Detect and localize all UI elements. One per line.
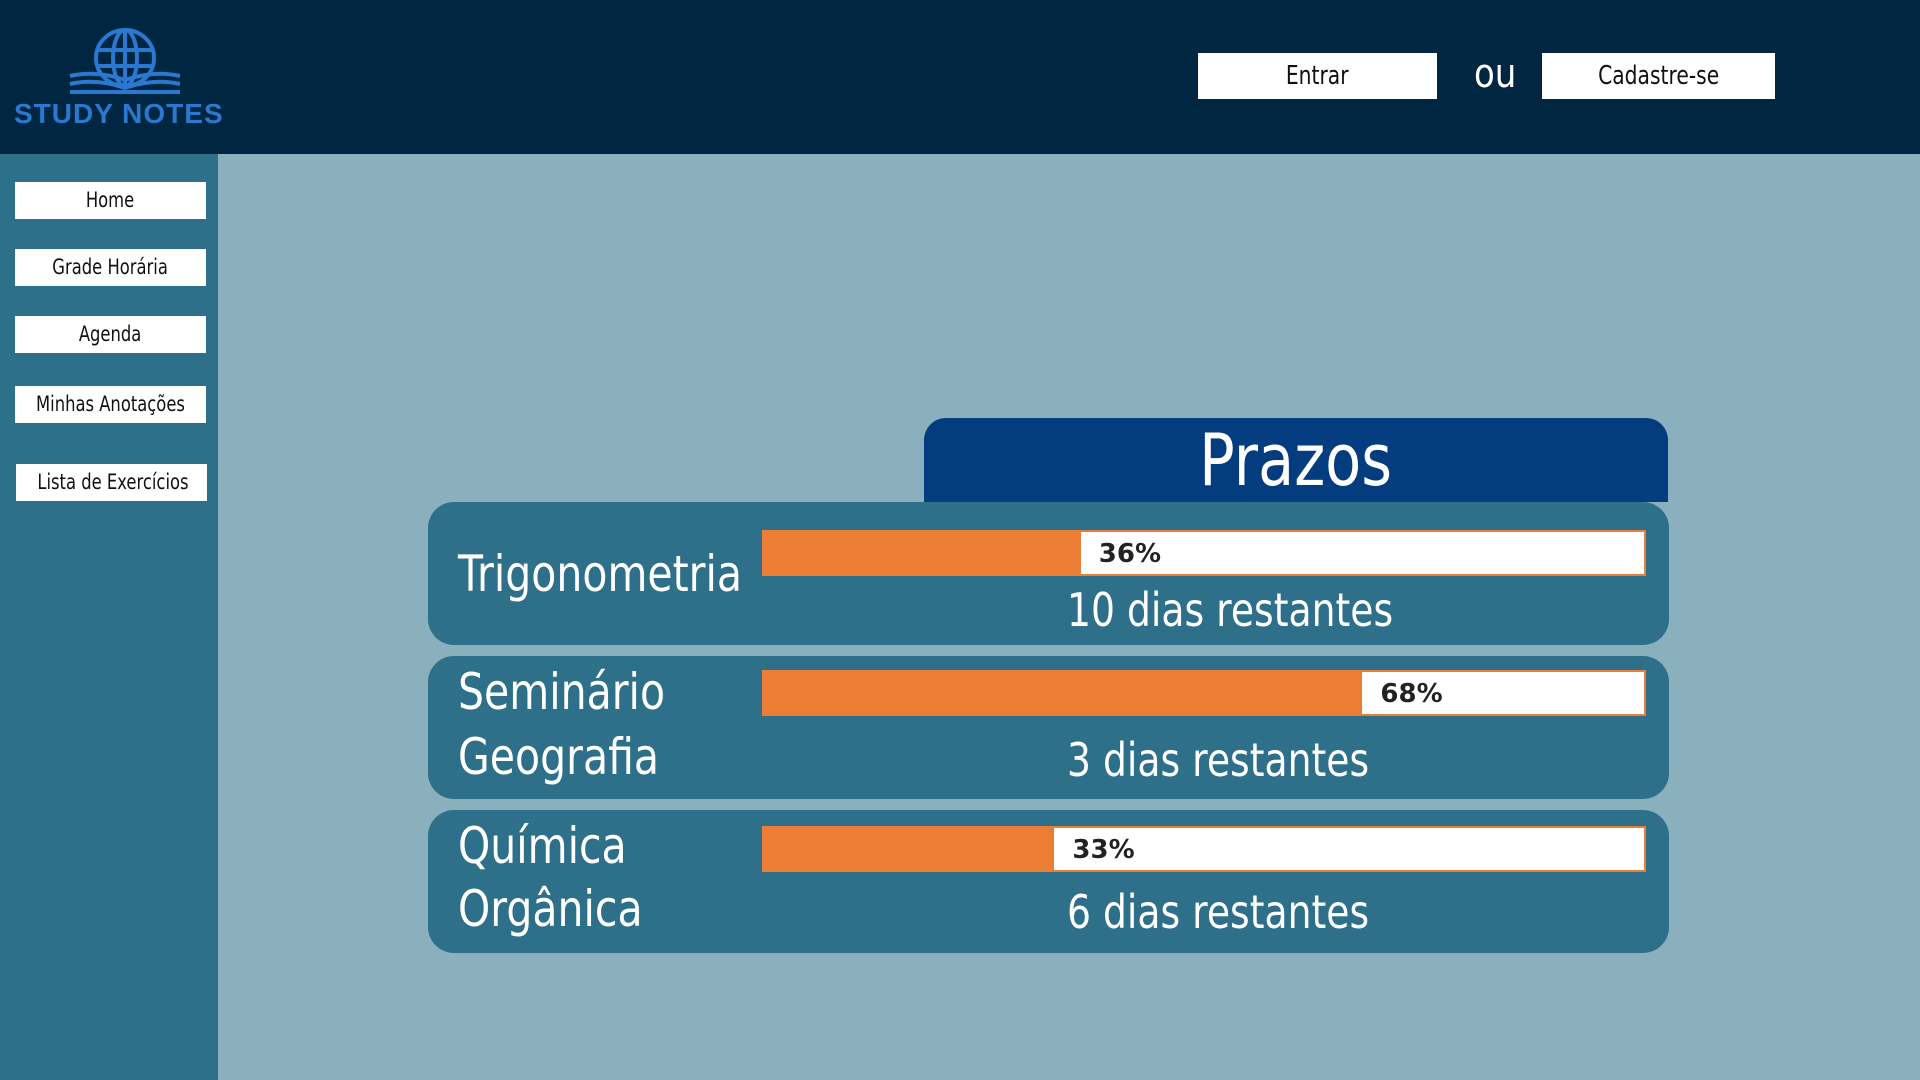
logo[interactable]: STUDY NOTES bbox=[14, 28, 244, 132]
sidebar-item-home[interactable]: Home bbox=[15, 182, 206, 219]
sidebar-item-label: Grade Horária bbox=[52, 255, 169, 279]
days-remaining: 6 dias restantes bbox=[1067, 885, 1370, 939]
page-title-text: Prazos bbox=[1199, 418, 1393, 502]
deadline-subject: Seminário bbox=[458, 663, 666, 721]
login-button[interactable]: Entrar bbox=[1198, 53, 1437, 99]
login-button-label: Entrar bbox=[1286, 61, 1349, 91]
sidebar-item-lista-exercicios[interactable]: Lista de Exercícios bbox=[16, 464, 207, 501]
sidebar-item-grade-horaria[interactable]: Grade Horária bbox=[15, 249, 206, 286]
days-remaining: 10 dias restantes bbox=[1067, 583, 1394, 637]
days-remaining: 3 dias restantes bbox=[1067, 733, 1370, 787]
sidebar-item-label: Minhas Anotações bbox=[36, 392, 185, 416]
deadline-subject: Trigonometria bbox=[458, 545, 743, 603]
progress-fill bbox=[764, 828, 1055, 870]
sidebar-item-label: Lista de Exercícios bbox=[37, 470, 189, 494]
deadline-card[interactable]: Química Orgânica 33% 6 dias restantes bbox=[428, 810, 1669, 953]
progress-label: 68% bbox=[1380, 679, 1443, 709]
sidebar: Home Grade Horária Agenda Minhas Anotaçõ… bbox=[0, 154, 218, 1080]
signup-button-label: Cadastre-se bbox=[1597, 61, 1720, 91]
sidebar-item-label: Home bbox=[86, 188, 135, 212]
sidebar-item-minhas-anotacoes[interactable]: Minhas Anotações bbox=[15, 386, 206, 423]
deadline-card[interactable]: Trigonometria 36% 10 dias restantes bbox=[428, 502, 1669, 645]
page-title: Prazos bbox=[924, 418, 1668, 502]
progress-label: 36% bbox=[1098, 539, 1162, 569]
globe-book-icon bbox=[69, 28, 181, 94]
deadline-subject-line2: Orgânica bbox=[458, 880, 643, 938]
progress-fill bbox=[764, 672, 1363, 714]
progress-fill bbox=[764, 532, 1081, 574]
header: STUDY NOTES Entrar ou Cadastre-se bbox=[0, 0, 1920, 154]
or-separator: ou bbox=[1474, 51, 1517, 97]
deadline-subject-line2: Geografia bbox=[458, 728, 660, 786]
signup-button[interactable]: Cadastre-se bbox=[1542, 53, 1775, 99]
sidebar-item-label: Agenda bbox=[79, 322, 142, 346]
deadline-card[interactable]: Seminário Geografia 68% 3 dias restantes bbox=[428, 656, 1669, 799]
logo-text: STUDY NOTES bbox=[14, 98, 224, 129]
sidebar-item-agenda[interactable]: Agenda bbox=[15, 316, 206, 353]
deadline-subject: Química bbox=[458, 817, 627, 875]
progress-label: 33% bbox=[1072, 835, 1135, 865]
progress-bar: 36% bbox=[762, 530, 1646, 576]
progress-bar: 33% bbox=[762, 826, 1646, 872]
progress-bar: 68% bbox=[762, 670, 1646, 716]
